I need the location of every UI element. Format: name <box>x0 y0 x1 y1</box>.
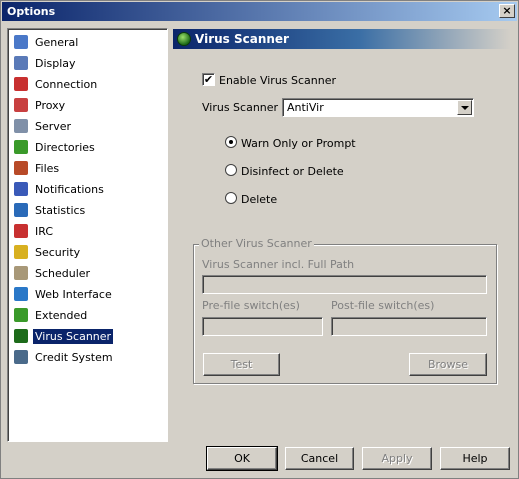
pre-file-switch-input[interactable] <box>202 317 323 336</box>
window-title: Options <box>7 5 56 18</box>
nav-item-label: Server <box>35 119 72 133</box>
nav-item-label: Statistics <box>35 203 86 217</box>
nav-item-connection[interactable]: Connection <box>11 75 163 93</box>
nav-item-notifications[interactable]: Notifications <box>11 180 163 198</box>
nav-item-label: Notifications <box>35 182 104 196</box>
chat-icon <box>14 224 28 238</box>
options-nav-list[interactable]: General Display Connection Proxy Server Direc… <box>7 28 168 442</box>
test-button[interactable]: Test <box>203 353 280 376</box>
nav-item-label: Virus Scanner <box>33 328 114 344</box>
calendar-icon <box>14 266 28 280</box>
pre-file-switch-label: Pre-file switch(es) <box>202 299 300 312</box>
post-file-switch-label: Post-file switch(es) <box>331 299 435 312</box>
browse-button[interactable]: Browse <box>409 353 487 376</box>
chevron-down-icon[interactable] <box>457 100 472 115</box>
nav-item-general[interactable]: General <box>11 33 163 51</box>
ok-button[interactable]: OK <box>206 446 278 471</box>
apply-button[interactable]: Apply <box>362 447 432 470</box>
credit-icon <box>14 350 28 364</box>
bell-icon <box>14 182 28 196</box>
server-arrows-icon <box>14 98 28 112</box>
full-path-input[interactable] <box>202 275 487 294</box>
nav-item-label: Security <box>35 245 81 259</box>
panel-title: Virus Scanner <box>195 32 289 46</box>
nav-item-label: General <box>35 35 79 49</box>
nav-item-label: IRC <box>35 224 54 238</box>
lock-icon <box>14 245 28 259</box>
wrench-icon <box>14 35 28 49</box>
nav-item-extended[interactable]: Extended <box>11 306 163 324</box>
nav-item-irc[interactable]: IRC <box>11 222 163 240</box>
virus-scanner-select[interactable]: AntiVir <box>282 98 474 117</box>
files-icon <box>14 161 28 175</box>
nav-item-credit-system[interactable]: Credit System <box>11 348 163 366</box>
nav-item-virus-scanner[interactable]: Virus Scanner <box>11 327 163 345</box>
nav-item-scheduler[interactable]: Scheduler <box>11 264 163 282</box>
virus-scanner-icon <box>14 329 28 343</box>
enable-virus-scanner-checkbox[interactable]: ✔ <box>202 73 215 86</box>
chart-icon <box>14 203 28 217</box>
nav-item-label: Proxy <box>35 98 66 112</box>
post-file-switch-input[interactable] <box>331 317 487 336</box>
folder-icon <box>14 140 28 154</box>
nav-item-label: Scheduler <box>35 266 91 280</box>
globe-icon <box>14 287 28 301</box>
nav-item-security[interactable]: Security <box>11 243 163 261</box>
nav-item-label: Files <box>35 161 60 175</box>
warn-only-radio[interactable] <box>225 136 237 148</box>
nav-item-display[interactable]: Display <box>11 54 163 72</box>
nav-item-label: Extended <box>35 308 88 322</box>
monitor-icon <box>14 56 28 70</box>
nav-item-statistics[interactable]: Statistics <box>11 201 163 219</box>
plug-icon <box>14 77 28 91</box>
nav-item-files[interactable]: Files <box>11 159 163 177</box>
close-icon[interactable]: × <box>499 4 515 18</box>
title-bar[interactable]: Options × <box>2 2 517 21</box>
nav-item-web-interface[interactable]: Web Interface <box>11 285 163 303</box>
other-virus-scanner-title: Other Virus Scanner <box>199 237 314 250</box>
nav-item-label: Display <box>35 56 76 70</box>
cancel-button[interactable]: Cancel <box>285 447 354 470</box>
disinfect-or-delete-radio[interactable] <box>225 164 237 176</box>
nav-item-label: Web Interface <box>35 287 112 301</box>
disinfect-or-delete-label: Disinfect or Delete <box>241 165 344 178</box>
nav-item-directories[interactable]: Directories <box>11 138 163 156</box>
nav-item-proxy[interactable]: Proxy <box>11 96 163 114</box>
virus-scanner-select-label: Virus Scanner <box>202 101 279 114</box>
delete-radio[interactable] <box>225 192 237 204</box>
help-button[interactable]: Help <box>440 447 510 470</box>
enable-virus-scanner-label: Enable Virus Scanner <box>219 74 337 87</box>
leaf-icon <box>14 308 28 322</box>
full-path-label: Virus Scanner incl. Full Path <box>202 258 355 271</box>
warn-only-label: Warn Only or Prompt <box>241 137 356 150</box>
virus-scanner-select-value: AntiVir <box>287 101 324 114</box>
panel-header: Virus Scanner <box>173 29 511 49</box>
nav-item-label: Connection <box>35 77 98 91</box>
options-window: Options × General Display Connection Proxy S… <box>0 0 519 479</box>
virus-scanner-icon <box>177 32 191 46</box>
tower-icon <box>14 119 28 133</box>
delete-label: Delete <box>241 193 278 206</box>
nav-item-server[interactable]: Server <box>11 117 163 135</box>
nav-item-label: Credit System <box>35 350 113 364</box>
nav-item-label: Directories <box>35 140 95 154</box>
